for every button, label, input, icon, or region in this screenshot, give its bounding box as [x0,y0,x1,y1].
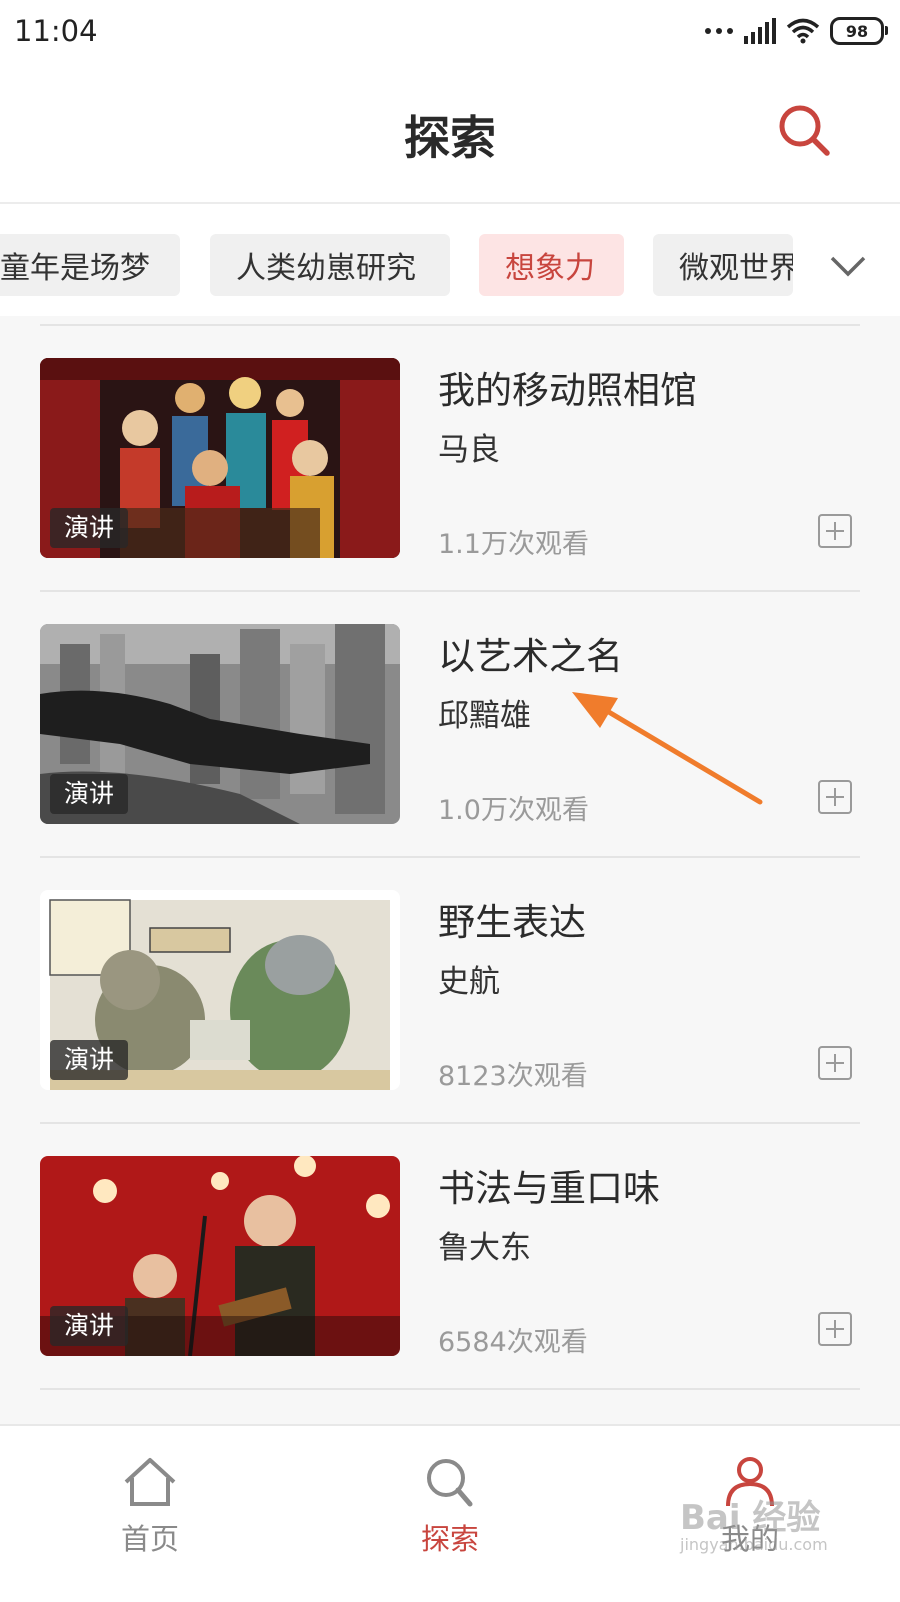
tab-imagination[interactable]: 想象力 [479,234,624,296]
video-thumbnail[interactable]: 演讲 [40,624,400,824]
video-type-badge: 演讲 [50,508,129,548]
video-thumbnail[interactable]: 演讲 [40,358,400,558]
search-icon[interactable] [774,100,834,160]
category-tabs: 童年是场梦 人类幼崽研究 想象力 微观世界 [0,204,900,316]
video-author: 史航 [438,964,500,1000]
video-title[interactable]: 书法与重口味 [438,1158,660,1212]
video-author: 鲁大东 [438,1230,531,1266]
search-icon [427,1459,473,1507]
nav-explore[interactable]: 探索 [380,1456,520,1558]
header: 探索 [0,62,900,204]
video-title[interactable]: 野生表达 [438,892,586,946]
annotation-arrow-icon [572,692,763,805]
wifi-icon [786,18,820,44]
video-type-badge: 演讲 [50,1306,129,1346]
status-icons: 98 [704,16,888,46]
nav-label: 首页 [120,1522,179,1556]
nav-label: 探索 [420,1522,479,1556]
status-bar: 11:04 98 [0,0,900,62]
divider [40,1388,860,1390]
tab-human-cubs-research[interactable]: 人类幼崽研究 [210,234,450,296]
tab-label: 想象力 [505,251,595,286]
list-item[interactable]: 演讲 书法与重口味 鲁大东 6584次观看 [0,1114,900,1384]
nav-home[interactable]: 首页 [80,1456,220,1558]
page-title: 探索 [404,111,496,165]
video-title[interactable]: 我的移动照相馆 [438,360,697,414]
view-count: 6584次观看 [438,1327,588,1358]
video-list: 演讲 我的移动照相馆 马良 1.1万次观看 演讲 以艺术之名 邱黯雄 1.0万次… [0,316,900,1426]
add-button[interactable] [818,514,852,548]
tab-label: 人类幼崽研究 [236,251,416,286]
add-button[interactable] [818,1312,852,1346]
video-thumbnail[interactable]: 演讲 [40,1156,400,1356]
tab-label: 童年是场梦 [0,251,150,286]
battery-level: 98 [845,21,869,41]
view-count: 1.1万次观看 [438,529,589,560]
signal-icon [744,18,776,44]
view-count: 8123次观看 [438,1061,588,1092]
list-item[interactable]: 演讲 我的移动照相馆 马良 1.1万次观看 [0,316,900,586]
video-thumbnail[interactable]: 演讲 [40,890,400,1090]
home-icon [124,1458,176,1506]
list-item[interactable]: 演讲 野生表达 史航 8123次观看 [0,848,900,1118]
watermark-url: jingyan.baidu.com [680,1535,828,1554]
video-type-badge: 演讲 [50,774,129,814]
chevron-down-icon[interactable] [826,248,870,284]
tab-micro-world[interactable]: 微观世界 [653,234,793,296]
video-author: 邱黯雄 [438,698,531,734]
battery-indicator: 98 [830,17,888,45]
tab-childhood-dream[interactable]: 童年是场梦 [0,234,180,296]
status-time: 11:04 [14,14,98,48]
video-author: 马良 [438,432,500,468]
more-dots-icon [705,28,733,34]
watermark-logo: Bai 经验 [680,1498,821,1538]
video-title[interactable]: 以艺术之名 [438,626,623,680]
add-button[interactable] [818,780,852,814]
tab-label: 微观世界 [679,251,793,286]
video-type-badge: 演讲 [50,1040,129,1080]
add-button[interactable] [818,1046,852,1080]
view-count: 1.0万次观看 [438,795,589,826]
